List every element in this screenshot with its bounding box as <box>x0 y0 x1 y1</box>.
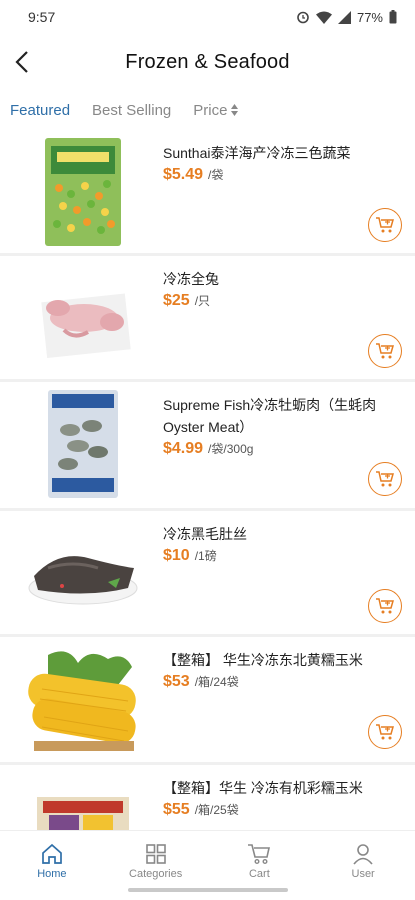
header: Frozen & Seafood <box>0 34 415 90</box>
product-image-mixed-vegetables[interactable] <box>28 138 138 246</box>
product-image-yellow-corn[interactable] <box>28 645 138 753</box>
add-to-cart-button[interactable] <box>368 715 402 749</box>
add-to-cart-button[interactable] <box>368 589 402 623</box>
price-line: $4.99 /袋/300g <box>163 440 253 458</box>
cart-plus-icon <box>376 217 394 233</box>
cart-plus-icon <box>376 724 394 740</box>
battery-percent: 77% <box>356 9 383 25</box>
nav-user-label: User <box>351 868 375 880</box>
home-icon <box>42 843 62 864</box>
signal-icon <box>337 10 351 24</box>
nav-home[interactable]: Home <box>0 831 104 886</box>
sort-tab-price-label: Price <box>193 101 228 119</box>
product-image-organic-corn[interactable] <box>28 795 138 830</box>
page-title: Frozen & Seafood <box>125 50 290 73</box>
status-time: 9:57 <box>28 9 56 25</box>
product-unit: /箱/24袋 <box>194 675 239 689</box>
product-image-oyster-meat[interactable] <box>28 390 138 498</box>
sort-bar: Featured Best Selling Price <box>0 92 415 128</box>
product-item[interactable]: Supreme Fish冷冻牡蛎肉（生蚝肉 Oyster Meat） $4.99… <box>0 382 415 511</box>
product-unit: /箱/25袋 <box>194 803 239 817</box>
price-line: $55 /箱/25袋 <box>163 801 239 819</box>
status-icons: 77% <box>296 10 397 25</box>
product-item[interactable]: 【整箱】 华生冷冻东北黄糯玉米 $53 /箱/24袋 <box>0 637 415 765</box>
product-name[interactable]: Supreme Fish冷冻牡蛎肉（生蚝肉 Oyster Meat） <box>163 394 403 438</box>
user-icon <box>353 844 373 865</box>
product-name[interactable]: 【整箱】 华生冷冻东北黄糯玉米 <box>163 649 403 671</box>
nav-user[interactable]: User <box>311 831 415 886</box>
chevron-left-icon <box>15 51 28 73</box>
nav-categories[interactable]: Categories <box>104 831 208 886</box>
cart-plus-icon <box>376 343 394 359</box>
product-name[interactable]: 【整箱】华生 冷冻有机彩糯玉米 <box>163 777 403 799</box>
price-line: $5.49 /袋 <box>163 166 223 184</box>
price-line: $53 /箱/24袋 <box>163 673 239 691</box>
product-image-whole-rabbit[interactable] <box>28 264 138 372</box>
product-item[interactable]: 冷冻全兔 $25 /只 <box>0 256 415 382</box>
nav-cart-label: Cart <box>248 868 270 880</box>
product-unit: /袋 <box>208 168 224 182</box>
nav-home-label: Home <box>37 868 67 880</box>
product-price: $53 <box>163 673 190 690</box>
product-image-black-tripe[interactable] <box>28 519 138 627</box>
sort-tab-featured[interactable]: Featured <box>10 102 70 119</box>
sort-arrows-icon <box>231 103 239 117</box>
product-name[interactable]: Sunthai泰洋海产冷冻三色蔬菜 <box>163 142 403 164</box>
product-name[interactable]: 冷冻黑毛肚丝 <box>163 523 403 545</box>
add-to-cart-button[interactable] <box>368 334 402 368</box>
cart-icon <box>248 844 271 865</box>
grid-icon <box>145 844 166 864</box>
price-line: $10 /1磅 <box>163 547 217 565</box>
product-price: $55 <box>163 801 190 818</box>
bottom-nav: Home Categories Cart User <box>0 830 415 886</box>
product-price: $25 <box>163 292 190 309</box>
cart-plus-icon <box>376 598 394 614</box>
wifi-icon <box>315 11 332 24</box>
battery-icon <box>389 10 397 24</box>
product-unit: /袋/300g <box>208 442 254 456</box>
product-unit: /1磅 <box>194 549 217 563</box>
product-item[interactable]: 冷冻黑毛肚丝 $10 /1磅 <box>0 511 415 637</box>
product-price: $5.49 <box>163 166 204 183</box>
gesture-bar[interactable] <box>128 888 288 892</box>
nav-categories-label: Categories <box>129 868 183 880</box>
product-price: $10 <box>163 547 190 564</box>
price-line: $25 /只 <box>163 292 210 310</box>
status-bar: 9:57 77% <box>0 0 415 34</box>
add-to-cart-button[interactable] <box>368 462 402 496</box>
add-to-cart-button[interactable] <box>368 208 402 242</box>
sort-tab-price[interactable]: Price <box>193 101 239 119</box>
back-button[interactable] <box>6 46 38 78</box>
product-name[interactable]: 冷冻全兔 <box>163 268 403 290</box>
product-price: $4.99 <box>163 440 204 457</box>
cart-plus-icon <box>376 471 394 487</box>
product-item[interactable]: Sunthai泰洋海产冷冻三色蔬菜 $5.49 /袋 <box>0 130 415 256</box>
sort-tab-best-selling[interactable]: Best Selling <box>92 102 171 119</box>
product-item[interactable]: 【整箱】华生 冷冻有机彩糯玉米 $55 /箱/25袋 <box>0 765 415 830</box>
product-unit: /只 <box>194 294 211 308</box>
nav-cart[interactable]: Cart <box>208 831 312 886</box>
alarm-icon <box>297 11 309 24</box>
product-list: Sunthai泰洋海产冷冻三色蔬菜 $5.49 /袋 冷冻全兔 $25 /只 S… <box>0 130 415 830</box>
